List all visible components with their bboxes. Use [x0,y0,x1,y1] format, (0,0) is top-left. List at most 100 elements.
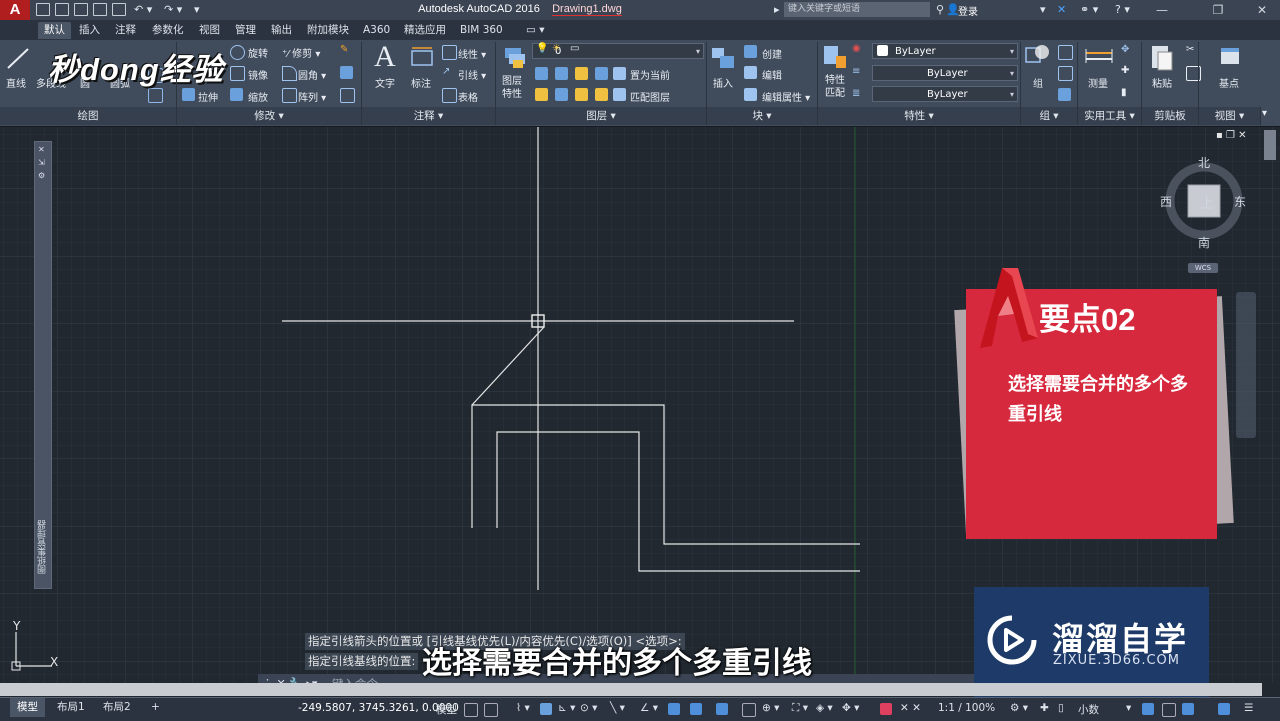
edit-block-icon[interactable] [744,66,757,79]
panel-utilities-title[interactable]: 实用工具 ▾ [1078,107,1142,125]
mirror-icon[interactable] [230,66,245,81]
array-label[interactable]: 阵列 ▾ [298,89,326,104]
match-layer-label[interactable]: 匹配图层 [630,89,670,104]
panel-view-title[interactable]: 视图 ▾ [1199,107,1261,125]
measure-label[interactable]: 测量 [1088,75,1108,90]
create-block-icon[interactable] [744,45,757,58]
line-tool-label[interactable]: 直线 [6,75,26,90]
object-snap-icon[interactable] [668,703,680,715]
panel-annotation-title[interactable]: 注释 ▾ [362,107,496,125]
fillet-icon[interactable] [282,66,297,81]
customization-menu-icon[interactable]: ☰ [1244,702,1253,714]
ortho-icon[interactable]: ⊾ ▾ [558,702,575,714]
insert-block-label[interactable]: 插入 [713,75,733,90]
transparency-icon[interactable] [716,703,728,715]
annotation-scale[interactable]: 1:1 / 100% [938,702,995,714]
hatch-tool-icon[interactable] [148,88,163,103]
cut-icon[interactable]: ✂ [1186,44,1194,55]
leader-label[interactable]: 引线 ▾ [458,67,486,82]
quick-properties-icon[interactable]: ▯ [1058,702,1064,714]
redo-icon[interactable]: ↷ ▾ [164,3,182,16]
coordinate-readout[interactable]: -249.5807, 3745.3261, 0.0000 [298,702,459,714]
lock-ui-icon[interactable] [1142,703,1154,715]
edit-attribute-label[interactable]: 编辑属性 ▾ [762,89,810,104]
tab-view[interactable]: 视图 [199,22,220,39]
lineweight-toggle-icon[interactable] [690,703,702,715]
set-current-icon[interactable] [613,67,626,80]
layer-tool-icon-4[interactable] [595,67,608,80]
create-block-label[interactable]: 创建 [762,46,782,61]
panel-groups-title[interactable]: 组 ▾ [1021,107,1078,125]
match-properties-label[interactable]: 特性 匹配 [825,74,845,100]
3d-osnap-icon[interactable]: ⊕ ▾ [762,702,779,714]
a360-icon[interactable]: ⚭ ▾ [1080,3,1098,16]
autocad-logo-icon[interactable]: A [0,0,30,20]
base-view-icon[interactable] [1218,45,1242,69]
search-expand-icon[interactable]: ▸ [774,3,780,16]
model-space-toggle[interactable]: 模型 [436,702,457,717]
compass-north[interactable]: 北 [1198,154,1210,171]
group-edit-icon[interactable] [1058,66,1073,81]
tab-a360[interactable]: A360 [363,22,390,39]
palette-controls-icon[interactable]: ✕ ⇲ ⚙ [38,143,45,182]
panel-layers-title[interactable]: 图层 ▾ [496,107,707,125]
compass-west[interactable]: 西 [1160,193,1172,210]
panel-clipboard-title[interactable]: 剪贴板 [1142,107,1199,125]
scale-label[interactable]: 缩放 [248,89,268,104]
polar-tracking-icon[interactable]: ⊙ ▾ [580,702,597,714]
selection-filter-icon[interactable]: ◈ ▾ [816,702,833,714]
line-tool-icon[interactable] [6,46,30,72]
table-label[interactable]: 表格 [458,89,478,104]
search-input[interactable]: 键入关键字或短语 [784,2,930,17]
new-file-icon[interactable] [36,3,50,16]
compass-south[interactable]: 南 [1198,234,1210,251]
stretch-label[interactable]: 拉伸 [198,89,218,104]
layer-properties-label[interactable]: 图层 特性 [502,75,522,101]
login-dropdown-icon[interactable]: ▾ [1040,3,1046,16]
isolate-objects-icon[interactable] [1162,703,1176,717]
compass-east[interactable]: 东 [1234,193,1246,210]
stretch-icon[interactable] [182,88,195,101]
wcs-menu[interactable]: WCS [1188,263,1218,273]
measure-icon[interactable] [1084,45,1114,69]
vertical-scrollbar-thumb[interactable] [1264,130,1276,160]
linetype-dropdown[interactable]: ByLayer ▾ [872,65,1018,81]
grid-toggle-icon[interactable] [464,703,478,717]
linear-dim-label[interactable]: 线性 ▾ [458,46,486,61]
rotate-icon[interactable] [230,45,245,60]
dynamic-ucs-icon[interactable]: ⛶ ▾ [792,702,808,715]
viewport-controls-icon[interactable]: ▪ ❐ ✕ [1216,130,1246,141]
panel-modify-title[interactable]: 修改 ▾ [177,107,362,125]
ungroup-icon[interactable] [1058,45,1073,60]
tab-manage[interactable]: 管理 [235,22,256,39]
gizmo-icon[interactable]: ✥ ▾ [842,702,859,714]
exchange-icon[interactable]: ✕ [1057,3,1066,16]
minimize-button[interactable]: — [1144,0,1180,20]
layer-tool-icon-8[interactable] [595,88,608,101]
lineweight-dropdown[interactable]: ByLayer ▾ [872,86,1018,102]
tab-bim360[interactable]: BIM 360 [460,22,503,39]
layer-tool-icon-5[interactable] [535,88,548,101]
set-current-label[interactable]: 置为当前 [630,67,670,82]
binoculars-icon[interactable]: ⚲ [936,3,944,16]
object-snap-tracking-icon[interactable]: ∠ ▾ [640,702,658,714]
tab-parametric[interactable]: 参数化 [152,22,184,39]
layer-tool-icon-1[interactable] [535,67,548,80]
infer-constraints-icon[interactable]: ⌇ ▾ [516,702,530,714]
save-as-icon[interactable] [93,3,107,16]
layout-tab-model[interactable]: 模型 [10,698,45,717]
array-icon[interactable] [282,88,297,103]
viewcube-top-face[interactable]: 上 [1198,193,1216,213]
match-layer-icon[interactable] [613,88,626,101]
offset-icon[interactable] [340,88,355,103]
erase-icon[interactable]: ✎ [340,44,348,55]
layout-tab-1[interactable]: 布局1 [50,698,92,717]
base-view-label[interactable]: 基点 [1219,75,1239,90]
annotation-visibility-icon[interactable] [880,703,892,715]
tab-output[interactable]: 输出 [271,22,292,39]
text-tool-icon[interactable]: A [374,40,396,74]
edit-block-label[interactable]: 编辑 [762,67,782,82]
tab-default[interactable]: 默认 [38,22,71,39]
table-icon[interactable] [442,88,457,103]
dimension-tool-label[interactable]: 标注 [411,75,431,90]
